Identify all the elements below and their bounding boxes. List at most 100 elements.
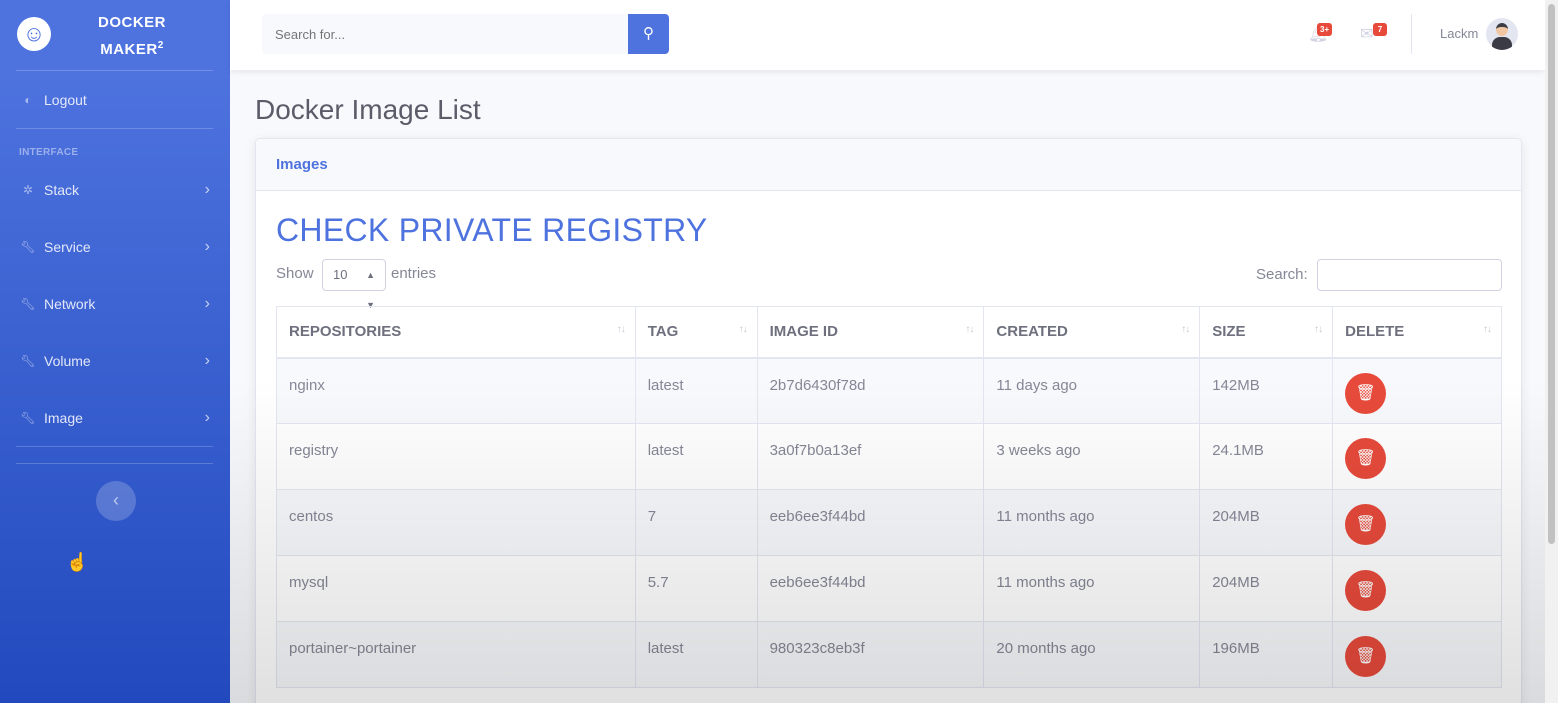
sidebar-heading: INTERFACE [19, 147, 79, 158]
sidebar-divider [16, 446, 213, 447]
sidebar-item-volume[interactable]: 🔧︎ Volume › [0, 341, 230, 381]
delete-button[interactable]: 🗑︎ [1345, 570, 1387, 611]
wrench-icon: 🔧︎ [20, 354, 36, 368]
cell-image-id: eeb6ee3f44bd [756, 555, 985, 622]
sidebar-item-logout[interactable]: ◐ Logout [0, 80, 230, 120]
trash-icon: 🗑︎ [1355, 648, 1376, 665]
column-header-repositories[interactable]: REPOSITORIES ↑↓ [276, 306, 636, 359]
table-row: mysql 5.7 eeb6ee3f44bd 11 months ago 204… [276, 555, 1502, 622]
sort-icon: ↑↓ [1483, 324, 1492, 335]
laugh-wink-icon: ☺ [17, 17, 51, 51]
sidebar-item-stack[interactable]: ✲ Stack › [0, 170, 230, 210]
table-row: centos 7 eeb6ee3f44bd 11 months ago 204M… [276, 489, 1502, 556]
cell-size: 204MB [1199, 489, 1334, 556]
cell-delete: 🗑︎ [1332, 621, 1502, 688]
chevron-right-icon: › [204, 238, 210, 255]
alerts-badge: 3+ [1317, 23, 1333, 36]
page-length-select[interactable]: 10 ▲ ▼ [322, 259, 386, 310]
trash-icon: 🗑︎ [1355, 516, 1376, 533]
table-row: portainer~portainer latest 980323c8eb3f … [276, 621, 1502, 688]
sort-icon: ↑↓ [1314, 324, 1323, 335]
sidebar-item-label: Volume [44, 353, 91, 369]
cell-repository: portainer~portainer [276, 621, 636, 688]
images-table: REPOSITORIES ↑↓ TAG ↑↓ IMAGE ID ↑↓ CREATED ↑… [276, 306, 1502, 688]
sidebar-toggle-button[interactable]: ‹ [96, 481, 136, 521]
entries-label: entries [391, 265, 437, 282]
cell-image-id: 3a0f7b0a13ef [756, 423, 985, 490]
envelope-icon[interactable]: ✉ [1360, 24, 1373, 44]
topbar: ⚲ 🔔︎ 3+ ✉ 7 Lackm [230, 0, 1545, 70]
user-name[interactable]: Lackm [1440, 26, 1478, 41]
table-row: nginx latest 2b7d6430f78d 11 days ago 14… [276, 357, 1502, 424]
delete-button[interactable]: 🗑︎ [1345, 636, 1387, 677]
cell-size: 142MB [1199, 357, 1334, 424]
trash-icon: 🗑︎ [1355, 384, 1376, 402]
card-header: Images [256, 139, 1521, 191]
search-button[interactable]: ⚲ [628, 14, 669, 54]
sidebar-item-label: Service [44, 239, 91, 255]
page-title: Docker Image List [255, 94, 481, 125]
column-header-image-id[interactable]: IMAGE ID ↑↓ [756, 306, 985, 359]
sidebar-divider [16, 463, 213, 464]
cell-created: 20 months ago [983, 621, 1201, 688]
trash-icon: 🗑︎ [1355, 450, 1376, 467]
column-header-delete[interactable]: DELETE ↑↓ [1332, 306, 1502, 359]
sidebar-item-service[interactable]: 🔧︎ Service › [0, 227, 230, 267]
table-search-input[interactable] [1317, 259, 1502, 291]
search-icon: ⚲ [643, 25, 654, 42]
search-input[interactable] [262, 14, 628, 54]
avatar[interactable] [1486, 18, 1518, 50]
brand-line2: MAKER2 [100, 40, 164, 58]
cog-icon: ✲ [22, 183, 34, 197]
sidebar: ☺ DOCKER MAKER2 ◐ Logout INTERFACE ✲ Sta… [0, 0, 230, 703]
wrench-icon: 🔧︎ [20, 411, 36, 425]
cell-repository: mysql [276, 555, 636, 622]
page-length-value: 10 [333, 267, 348, 282]
column-header-size[interactable]: SIZE ↑↓ [1199, 306, 1334, 359]
scrollbar-thumb[interactable] [1548, 4, 1555, 544]
sidebar-item-label: Network [44, 296, 96, 312]
cell-tag: 5.7 [634, 555, 758, 622]
cell-delete: 🗑︎ [1332, 357, 1502, 424]
cell-tag: latest [634, 423, 758, 490]
wrench-icon: 🔧︎ [20, 240, 36, 254]
delete-button[interactable]: 🗑︎ [1345, 372, 1387, 414]
brand[interactable]: ☺ DOCKER MAKER2 [0, 0, 230, 70]
sort-icon: ↑↓ [1181, 324, 1190, 335]
sort-icon: ↑↓ [965, 324, 974, 335]
cell-repository: registry [276, 423, 636, 490]
cell-tag: 7 [634, 489, 758, 556]
cell-size: 24.1MB [1199, 423, 1334, 490]
images-card: Images CHECK PRIVATE REGISTRY Show 10 ▲ ▼… [255, 138, 1522, 703]
cell-size: 196MB [1199, 621, 1334, 688]
table-header-row: REPOSITORIES ↑↓ TAG ↑↓ IMAGE ID ↑↓ CREATED ↑… [276, 306, 1502, 359]
cell-created: 11 months ago [983, 489, 1201, 556]
brand-text: DOCKER MAKER2 [82, 11, 182, 61]
trash-icon: 🗑︎ [1355, 582, 1376, 599]
cell-created: 11 days ago [983, 357, 1201, 424]
chevron-right-icon: › [204, 409, 210, 426]
show-label: Show [276, 265, 314, 282]
sort-icon: ↑↓ [616, 324, 626, 335]
delete-button[interactable]: 🗑︎ [1345, 438, 1387, 479]
cell-image-id: eeb6ee3f44bd [756, 489, 985, 556]
table-row: registry latest 3a0f7b0a13ef 3 weeks ago… [276, 423, 1502, 490]
chevron-right-icon: › [204, 295, 210, 312]
cell-tag: latest [634, 621, 758, 688]
sidebar-item-label: Image [44, 410, 83, 426]
sidebar-divider [16, 70, 213, 71]
cell-image-id: 980323c8eb3f [756, 621, 985, 688]
cell-created: 11 months ago [983, 555, 1201, 622]
cell-delete: 🗑︎ [1332, 489, 1502, 556]
chevron-right-icon: › [204, 352, 210, 369]
column-header-tag[interactable]: TAG ↑↓ [634, 306, 758, 359]
chevron-right-icon: › [204, 181, 210, 198]
cell-delete: 🗑︎ [1332, 423, 1502, 490]
cell-size: 204MB [1199, 555, 1334, 622]
delete-button[interactable]: 🗑︎ [1345, 504, 1387, 545]
cell-image-id: 2b7d6430f78d [756, 357, 985, 424]
column-header-created[interactable]: CREATED ↑↓ [983, 306, 1201, 359]
hand-cursor-icon: ☝ [66, 552, 89, 572]
sidebar-item-network[interactable]: 🔧︎ Network › [0, 284, 230, 324]
sidebar-item-image[interactable]: 🔧︎ Image › [0, 398, 230, 438]
